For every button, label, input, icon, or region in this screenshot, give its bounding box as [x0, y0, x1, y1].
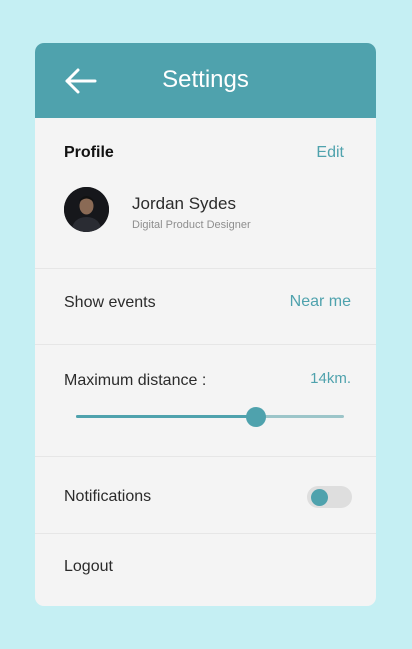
- notifications-toggle[interactable]: [307, 486, 352, 508]
- show-events-value[interactable]: Near me: [290, 293, 351, 311]
- toggle-knob: [311, 489, 328, 506]
- divider: [35, 268, 376, 269]
- settings-card: Settings Profile Edit Jordan Sydes Digit…: [35, 43, 376, 606]
- distance-slider[interactable]: [76, 407, 344, 427]
- profile-name: Jordan Sydes: [132, 194, 236, 213]
- avatar[interactable]: [64, 187, 109, 232]
- divider: [35, 456, 376, 457]
- page-title: Settings: [162, 66, 249, 93]
- divider: [35, 344, 376, 345]
- max-distance-value: 14km.: [310, 370, 351, 387]
- notifications-label: Notifications: [64, 488, 152, 505]
- avatar-photo: [64, 187, 109, 232]
- max-distance-label: Maximum distance :: [64, 372, 207, 389]
- slider-thumb[interactable]: [245, 407, 266, 427]
- edit-profile-link[interactable]: Edit: [316, 144, 344, 162]
- divider: [35, 533, 376, 534]
- slider-fill: [76, 415, 256, 418]
- header-bar: Settings: [35, 43, 376, 118]
- logout-button[interactable]: Logout: [64, 557, 113, 577]
- show-events-label: Show events: [64, 294, 156, 311]
- profile-section-label: Profile: [64, 144, 114, 161]
- profile-role: Digital Product Designer: [132, 219, 251, 231]
